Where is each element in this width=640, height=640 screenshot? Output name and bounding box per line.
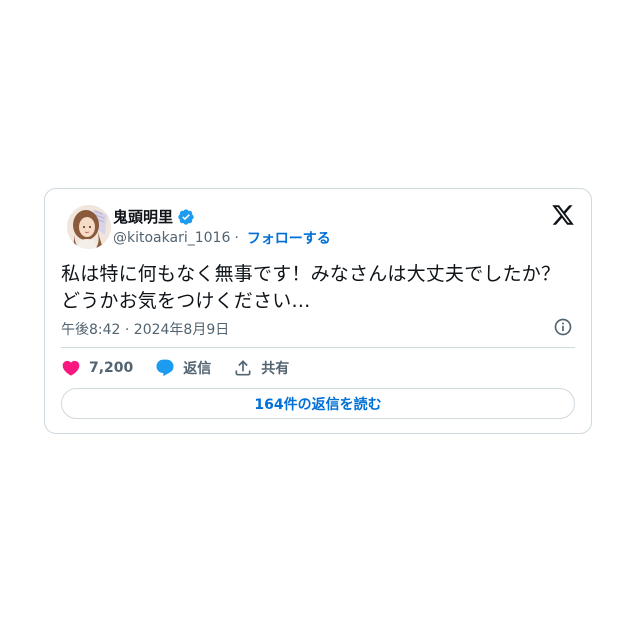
divider — [61, 347, 575, 348]
separator-dot: · — [234, 230, 239, 246]
x-logo-icon[interactable] — [551, 203, 575, 227]
read-replies-button[interactable]: 164件の返信を読む — [61, 388, 575, 419]
user-handle[interactable]: @kitoakari_1016 — [113, 230, 230, 246]
verified-badge-icon — [178, 208, 194, 225]
share-icon — [235, 360, 251, 376]
reply-button[interactable]: 返信 — [155, 358, 211, 378]
reply-label: 返信 — [183, 361, 212, 377]
display-name[interactable]: 鬼頭明里 — [113, 206, 173, 227]
handle-row: @kitoakari_1016 · フォローする — [113, 228, 331, 248]
like-button[interactable]: 7,200 — [61, 358, 133, 378]
share-label: 共有 — [261, 361, 290, 377]
speech-bubble-icon — [156, 359, 174, 377]
name-row: 鬼頭明里 — [113, 206, 195, 227]
heart-icon — [62, 360, 80, 376]
tweet-text: 私は特に何もなく無事です！みなさんは大丈夫でしたか？どうかお気をつけください… — [61, 263, 561, 312]
avatar[interactable] — [67, 205, 111, 249]
action-bar: 7,200 返信 共有 — [61, 356, 311, 380]
follow-button[interactable]: フォローする — [247, 228, 331, 248]
tweet-timestamp[interactable]: 午後8:42 · 2024年8月9日 — [61, 319, 229, 339]
tweet-card: 鬼頭明里 @kitoakari_1016 · フォローする 私は特に何もなく無事… — [44, 188, 592, 434]
info-icon[interactable] — [553, 317, 573, 337]
share-button[interactable]: 共有 — [233, 358, 289, 378]
avatar-image — [67, 205, 111, 249]
like-count: 7,200 — [89, 360, 134, 376]
